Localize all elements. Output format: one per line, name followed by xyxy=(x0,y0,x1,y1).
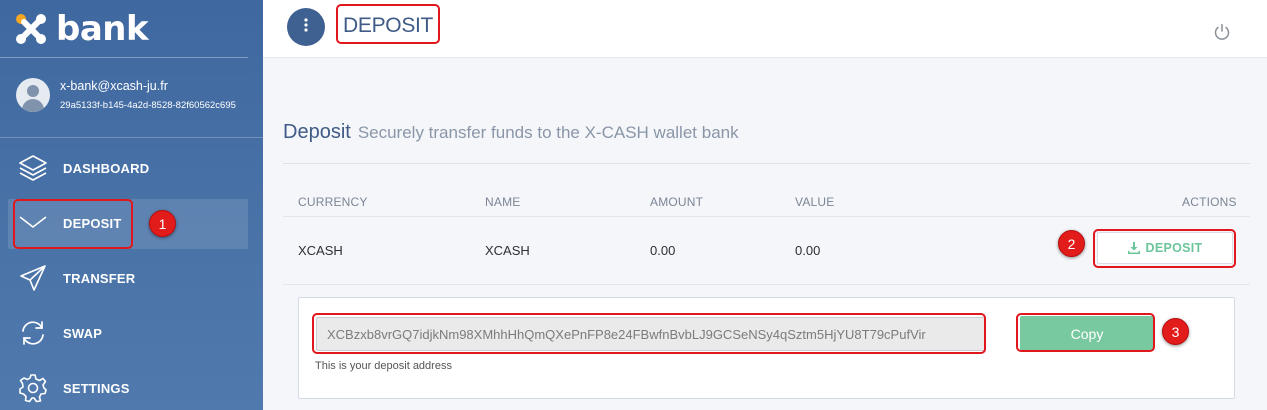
deposit-button-label: DEPOSIT xyxy=(1145,241,1203,255)
column-header-currency: CURRENCY xyxy=(298,195,368,209)
sidebar-item-transfer[interactable]: TRANSFER xyxy=(0,253,263,303)
step-marker: 3 xyxy=(1162,318,1189,345)
divider xyxy=(283,163,1250,164)
menu-button[interactable] xyxy=(287,8,325,46)
inbox-icon xyxy=(18,208,48,238)
sidebar-divider xyxy=(0,57,248,58)
refresh-icon xyxy=(18,318,48,348)
sidebar-divider xyxy=(0,137,263,138)
user-email: x-bank@xcash-ju.fr xyxy=(60,79,168,93)
sidebar-item-label: SETTINGS xyxy=(63,380,130,396)
column-header-actions: ACTIONS xyxy=(1182,195,1237,209)
download-icon xyxy=(1127,242,1140,254)
step-marker: 2 xyxy=(1058,230,1085,257)
step-marker: 1 xyxy=(149,210,176,237)
top-header: DEPOSIT xyxy=(263,0,1267,58)
cell-currency: XCASH xyxy=(298,243,343,258)
paper-plane-icon xyxy=(18,263,48,293)
logo[interactable]: bank xyxy=(14,9,149,49)
deposit-address-hint: This is your deposit address xyxy=(315,360,452,372)
table-divider xyxy=(283,216,1250,217)
sidebar-item-swap[interactable]: SWAP xyxy=(0,308,263,358)
section-heading: Deposit Securely transfer funds to the X… xyxy=(283,121,739,144)
layers-icon xyxy=(18,153,48,183)
sidebar-item-label: TRANSFER xyxy=(63,270,136,286)
page-title: DEPOSIT xyxy=(343,14,434,37)
gear-icon xyxy=(18,373,48,403)
sidebar-item-dashboard[interactable]: DASHBOARD xyxy=(0,143,263,193)
column-header-name: NAME xyxy=(485,195,521,209)
section-title: Deposit xyxy=(283,121,351,143)
deposit-button[interactable]: DEPOSIT xyxy=(1097,232,1233,264)
cell-amount: 0.00 xyxy=(650,243,676,258)
user-profile: x-bank@xcash-ju.fr 29a5133f-b145-4a2d-85… xyxy=(16,78,236,112)
sidebar-item-label: SWAP xyxy=(63,325,103,341)
deposit-address-panel: This is your deposit address Copy xyxy=(298,297,1235,399)
column-header-amount: AMOUNT xyxy=(650,195,704,209)
user-id: 29a5133f-b145-4a2d-8528-82f60562c695 xyxy=(60,100,236,111)
column-header-value: VALUE xyxy=(795,195,835,209)
section-subtitle: Securely transfer funds to the X-CASH wa… xyxy=(357,123,739,142)
x-logo-icon xyxy=(16,14,46,44)
table-divider xyxy=(283,284,1250,285)
power-icon[interactable] xyxy=(1212,22,1232,42)
copy-button[interactable]: Copy xyxy=(1020,316,1154,351)
sidebar: bank x-bank@xcash-ju.fr 29a5133f-b145-4a… xyxy=(0,0,263,410)
sidebar-item-settings[interactable]: SETTINGS xyxy=(0,363,263,410)
main-content: Deposit Securely transfer funds to the X… xyxy=(263,59,1267,410)
cell-value: 0.00 xyxy=(795,243,821,258)
sidebar-item-label: DEPOSIT xyxy=(63,215,122,231)
more-vertical-icon xyxy=(303,17,309,37)
logo-text: bank xyxy=(56,9,149,49)
sidebar-item-label: DASHBOARD xyxy=(63,160,150,176)
sidebar-item-deposit[interactable]: DEPOSIT xyxy=(0,198,263,249)
avatar xyxy=(16,78,50,112)
cell-name: XCASH xyxy=(485,243,530,258)
deposit-address-input[interactable] xyxy=(316,317,986,351)
